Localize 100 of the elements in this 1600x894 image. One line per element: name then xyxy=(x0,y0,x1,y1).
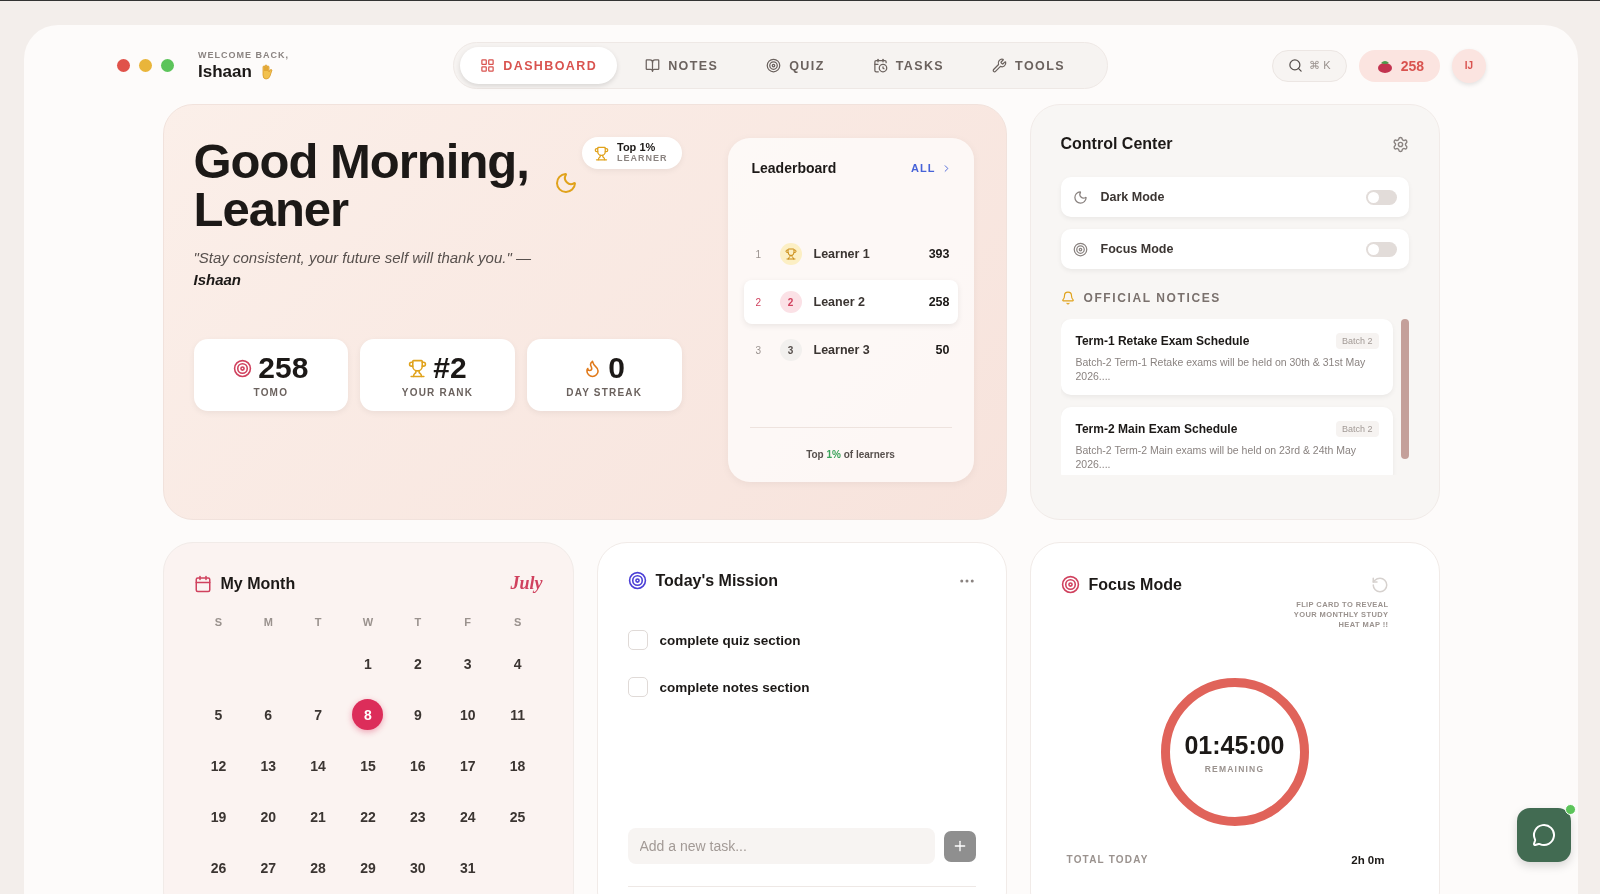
book-icon xyxy=(645,58,661,73)
calendar-day[interactable]: 3 xyxy=(452,648,484,679)
card-title: Today's Mission xyxy=(655,571,779,590)
calendar-day[interactable]: 2 xyxy=(402,648,434,679)
calendar-day[interactable]: 28 xyxy=(302,852,334,883)
calendar-day[interactable]: 8 xyxy=(352,699,384,730)
card-title: Focus Mode xyxy=(1088,575,1182,594)
nav-tab[interactable]: TOOLS xyxy=(972,47,1085,84)
batch-tag: Batch 2 xyxy=(1335,421,1379,437)
learner-name: Learner 1 xyxy=(813,247,871,261)
calendar-day[interactable]: 10 xyxy=(452,699,484,730)
close-dot[interactable] xyxy=(117,59,130,72)
calendar-day[interactable]: 23 xyxy=(402,801,434,832)
notice-title: Term-2 Main Exam Schedule xyxy=(1075,422,1238,436)
calendar-day[interactable]: 4 xyxy=(502,648,534,679)
timer-label: REMAINING xyxy=(1204,763,1265,774)
quote-text: "Stay consistent, your future self will thank you." — xyxy=(193,248,532,268)
learner-score: 258 xyxy=(928,295,950,309)
calendar-day[interactable]: 25 xyxy=(502,801,534,832)
stat-value: #2 xyxy=(433,352,467,384)
toggle-label: Dark Mode xyxy=(1100,190,1166,204)
rank-number: 1 xyxy=(755,248,763,260)
all-link[interactable]: ALL xyxy=(911,162,952,174)
toggle-switch[interactable] xyxy=(1365,189,1397,205)
target-icon xyxy=(627,571,647,590)
scrollbar-thumb[interactable] xyxy=(1400,319,1409,459)
learner-name: Learner 3 xyxy=(813,343,871,357)
calendar-day[interactable]: 29 xyxy=(352,852,384,883)
calendar-day[interactable]: 27 xyxy=(252,852,284,883)
settings-icon[interactable] xyxy=(1391,135,1409,153)
nav-tab[interactable]: TASKS xyxy=(852,47,965,84)
calendar-icon xyxy=(872,58,888,73)
leaderboard-title: Leaderboard xyxy=(751,160,837,176)
rank-number: 2 xyxy=(755,296,763,308)
calendar-day[interactable]: 5 xyxy=(202,699,234,730)
maximize-dot[interactable] xyxy=(161,59,174,72)
calendar-day[interactable]: 7 xyxy=(302,699,334,730)
search-icon xyxy=(1288,58,1304,73)
minimize-dot[interactable] xyxy=(139,59,152,72)
nav-tab[interactable]: QUIZ xyxy=(746,47,845,84)
nav-tab[interactable]: NOTES xyxy=(625,47,739,84)
stat-label: DAY STREAK xyxy=(566,387,643,398)
calendar-day[interactable]: 1 xyxy=(352,648,384,679)
notice-card[interactable]: Term-1 Retake Exam Schedule Batch 2 Batch-2 Term-1 Retake exams will be held on 30th & 31st May 2026.... xyxy=(1060,319,1393,395)
target-icon xyxy=(1060,575,1080,594)
task-checkbox[interactable] xyxy=(627,677,648,697)
calendar-day[interactable]: 31 xyxy=(452,852,484,883)
calendar-day[interactable]: 24 xyxy=(452,801,484,832)
target-icon xyxy=(766,58,782,73)
calendar-day[interactable]: 22 xyxy=(352,801,384,832)
nav-tab[interactable]: DASHBOARD xyxy=(460,47,618,84)
calendar-day[interactable]: 26 xyxy=(202,852,234,883)
month-label: July xyxy=(510,573,543,594)
leaderboard-footer: Top 1% of learners xyxy=(806,449,895,460)
toggle-switch[interactable] xyxy=(1365,241,1397,257)
toggle-label: Focus Mode xyxy=(1100,242,1175,256)
calendar-day[interactable]: 20 xyxy=(252,801,284,832)
stat-label: TOMO xyxy=(253,387,289,398)
leaderboard-row[interactable]: 2 2 Leaner 2 258 xyxy=(743,280,958,324)
add-task-button[interactable] xyxy=(943,830,976,862)
tomo-count: 258 xyxy=(1400,57,1424,74)
total-label: TOTAL TODAY xyxy=(1066,854,1149,866)
notice-card[interactable]: Term-2 Main Exam Schedule Batch 2 Batch-2 Term-2 Main exams will be held on 23rd & 24th May 2026.... xyxy=(1060,407,1393,475)
moon-icon xyxy=(1072,189,1088,205)
calendar-icon xyxy=(193,574,212,593)
calendar-day[interactable]: 17 xyxy=(452,750,484,781)
calendar-day[interactable]: 16 xyxy=(402,750,434,781)
calendar-day[interactable]: 19 xyxy=(202,801,234,832)
calendar-day[interactable]: 9 xyxy=(402,699,434,730)
calendar-day[interactable]: 15 xyxy=(352,750,384,781)
calendar-day[interactable]: 21 xyxy=(302,801,334,832)
bell-icon xyxy=(1060,291,1075,305)
weekday-label: T xyxy=(314,616,322,628)
rank-badge: 3 xyxy=(779,339,802,361)
weekday-label: S xyxy=(214,616,223,628)
task-checkbox[interactable] xyxy=(627,630,648,650)
notice-text: Batch-2 Term-1 Retake exams will be held on 30th & 31st May 2026.... xyxy=(1075,355,1367,383)
calendar-day[interactable]: 30 xyxy=(402,852,434,883)
weekday-label: T xyxy=(414,616,422,628)
weekday-label: W xyxy=(362,616,374,628)
weekday-label: M xyxy=(263,616,273,628)
timer-value: 01:45:00 xyxy=(1184,730,1285,760)
flip-icon[interactable] xyxy=(1370,575,1389,594)
batch-tag: Batch 2 xyxy=(1335,333,1379,349)
learner-name: Leaner 2 xyxy=(813,295,866,309)
calendar-day[interactable]: 18 xyxy=(502,750,534,781)
chat-button[interactable] xyxy=(1517,808,1571,862)
calendar-day[interactable]: 6 xyxy=(252,699,284,730)
task-label: complete quiz section xyxy=(659,632,801,648)
welcome-label: WELCOME BACK, xyxy=(198,49,289,60)
badge-subtitle: LEARNER xyxy=(617,153,668,164)
calendar-day[interactable]: 11 xyxy=(502,699,534,730)
target-icon xyxy=(1072,241,1088,257)
calendar-day[interactable]: 14 xyxy=(302,750,334,781)
calendar-day[interactable]: 12 xyxy=(202,750,234,781)
calendar-day[interactable]: 13 xyxy=(252,750,284,781)
new-task-field[interactable]: Add a new task... xyxy=(627,828,935,864)
notice-title: Term-1 Retake Exam Schedule xyxy=(1075,334,1250,348)
rank-badge: 2 xyxy=(779,291,802,313)
task-label: complete notes section xyxy=(659,679,810,695)
